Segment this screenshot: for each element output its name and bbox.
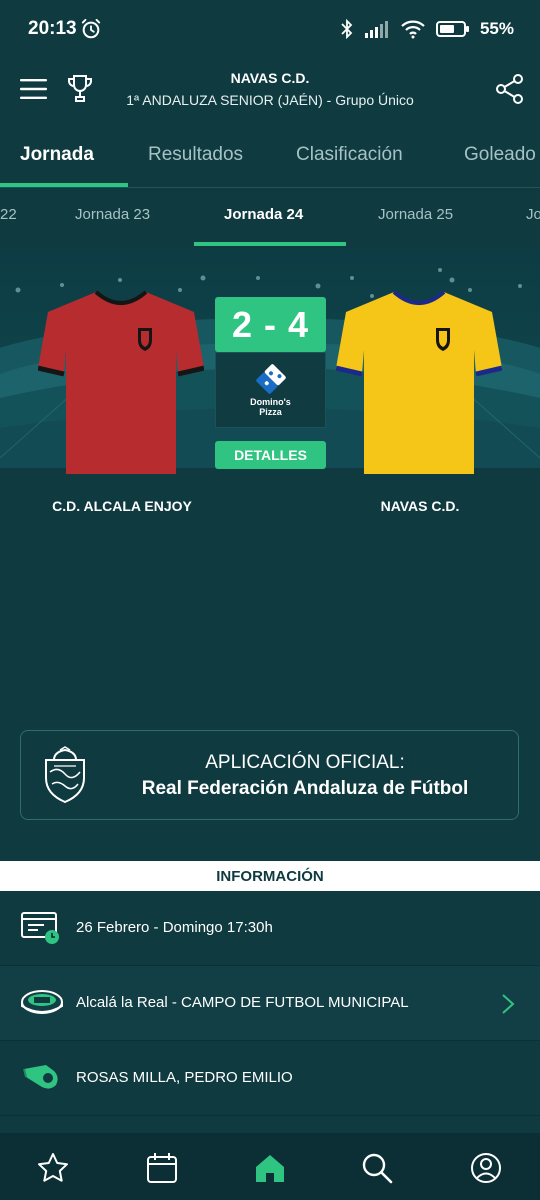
- favorites-star-icon[interactable]: [36, 1151, 70, 1185]
- jornada-indicator: [194, 242, 346, 246]
- chevron-right-icon[interactable]: [500, 992, 516, 1016]
- profile-icon[interactable]: [469, 1151, 503, 1185]
- tab-indicator: [0, 183, 128, 187]
- menu-icon[interactable]: [20, 78, 47, 100]
- details-button[interactable]: DETALLES: [215, 441, 326, 469]
- home-team-shirt: [38, 290, 204, 474]
- info-row-referee: ROSAS MILLA, PEDRO EMILIO: [0, 1041, 540, 1116]
- info-row-datetime: 26 Febrero - Domingo 17:30h: [0, 891, 540, 966]
- match-venue: Alcalá la Real - CAMPO DE FUTBOL MUNICIP…: [76, 994, 409, 1011]
- tab-resultados[interactable]: Resultados: [148, 144, 243, 166]
- wifi-icon: [401, 20, 425, 39]
- jornada-26[interactable]: Jo: [526, 206, 540, 223]
- federation-name: Real Federación Andaluza de Fútbol: [141, 778, 469, 799]
- calendar-clock-icon: [21, 912, 59, 944]
- status-icons: 55%: [340, 16, 514, 42]
- tab-clasificacion[interactable]: Clasificación: [296, 144, 403, 166]
- match-datetime: 26 Febrero - Domingo 17:30h: [76, 919, 273, 936]
- team-title: NAVAS C.D.: [230, 70, 310, 86]
- battery-icon: [435, 21, 469, 37]
- status-time: 20:13: [28, 18, 77, 39]
- info-row-venue[interactable]: Alcalá la Real - CAMPO DE FUTBOL MUNICIP…: [0, 966, 540, 1041]
- alarm-icon: [81, 18, 101, 39]
- jornada-22[interactable]: 22: [0, 206, 17, 223]
- signal-icon: [364, 21, 388, 38]
- sponsor-name: Domino's Pizza: [250, 396, 291, 417]
- home-icon[interactable]: [253, 1151, 287, 1185]
- sponsor-box: Domino's Pizza: [215, 352, 326, 428]
- whistle-icon: [23, 1065, 58, 1089]
- jornada-selector: 22 Jornada 23 Jornada 24 Jornada 25 Jo: [0, 188, 540, 248]
- federation-logo-icon: [45, 746, 85, 804]
- info-header: INFORMACIÓN: [0, 861, 540, 891]
- jornada-23[interactable]: Jornada 23: [75, 206, 150, 223]
- tab-jornada[interactable]: Jornada: [20, 144, 94, 166]
- share-icon[interactable]: [495, 73, 525, 105]
- match-score: 2 - 4: [215, 297, 326, 352]
- federation-label: APLICACIÓN OFICIAL:: [205, 752, 405, 773]
- main-tabs: Jornada Resultados Clasificación Goleado: [0, 132, 540, 188]
- stadium-icon: [21, 990, 63, 1014]
- match-referee: ROSAS MILLA, PEDRO EMILIO: [76, 1069, 293, 1086]
- home-team-name[interactable]: C.D. ALCALA ENJOY: [20, 498, 224, 514]
- away-team-shirt: [336, 290, 502, 474]
- calendar-icon[interactable]: [145, 1151, 179, 1185]
- search-icon[interactable]: [360, 1151, 394, 1185]
- dominos-logo-icon: [255, 363, 286, 394]
- federation-banner[interactable]: [20, 730, 519, 820]
- battery-percent: 55%: [479, 19, 514, 38]
- bottom-navigation: [0, 1133, 540, 1200]
- tab-goleadores[interactable]: Goleado: [464, 144, 536, 166]
- jornada-24[interactable]: Jornada 24: [224, 206, 303, 223]
- away-team-name[interactable]: NAVAS C.D.: [318, 498, 522, 514]
- jornada-25[interactable]: Jornada 25: [378, 206, 453, 223]
- league-subtitle: 1ª ANDALUZA SENIOR (JAÉN) - Grupo Único: [126, 92, 414, 108]
- bluetooth-icon: [341, 19, 353, 39]
